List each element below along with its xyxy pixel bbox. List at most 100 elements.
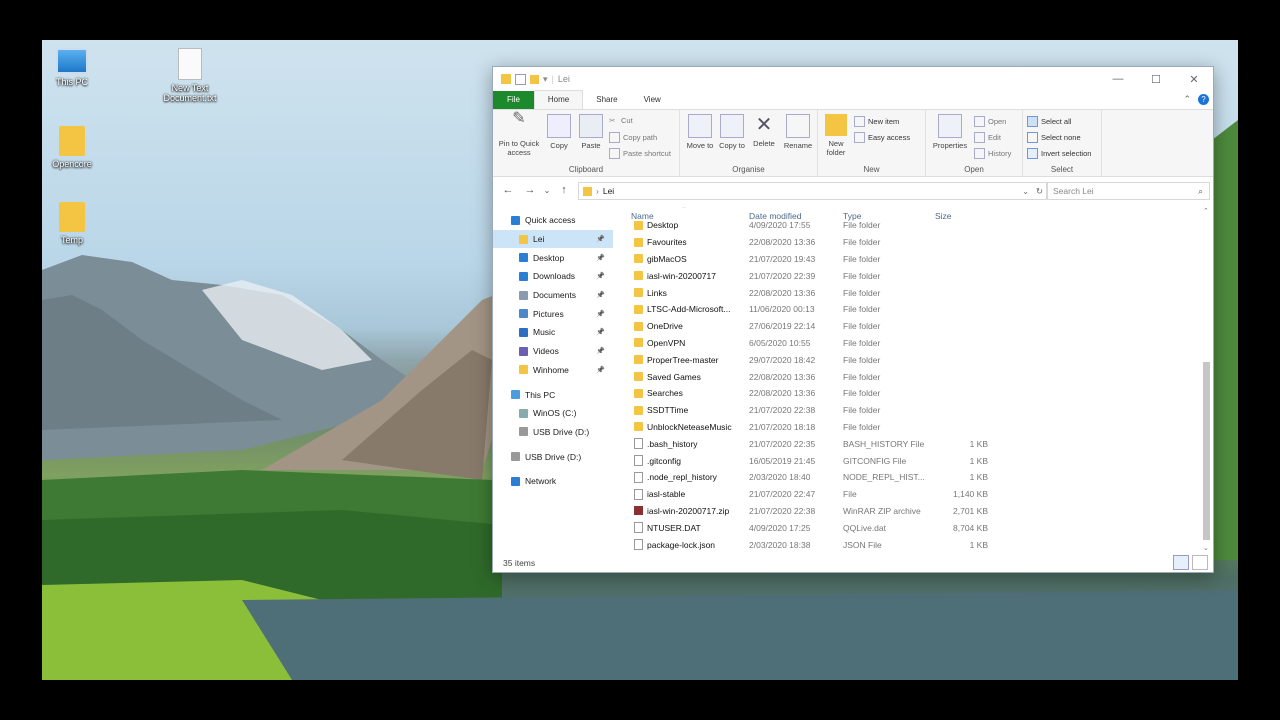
desktop-icon-temp[interactable]: Temp bbox=[42, 202, 102, 245]
sidebar-item[interactable]: Pictures 📌 bbox=[493, 304, 613, 323]
folder-icon bbox=[634, 237, 643, 247]
table-row[interactable]: iasl-win-20200717.zip 21/07/2020 22:38 Win… bbox=[619, 503, 1201, 520]
sidebar-item[interactable]: Desktop 📌 bbox=[493, 248, 613, 267]
tab-view[interactable]: View bbox=[631, 91, 674, 109]
group-label: Organise bbox=[732, 165, 765, 174]
cell-size: 2,701 KB bbox=[953, 505, 988, 516]
help-icon[interactable]: ? bbox=[1198, 94, 1209, 105]
edit-button[interactable]: Edit bbox=[974, 132, 1001, 143]
new-folder-quick-icon[interactable] bbox=[530, 74, 539, 84]
sidebar-item[interactable]: WinOS (C:) bbox=[493, 404, 613, 423]
desktop-icon-new-text-document[interactable]: New Text Document.txt bbox=[160, 48, 220, 103]
sidebar-item[interactable]: Videos 📌 bbox=[493, 342, 613, 361]
copy-path-button[interactable]: Copy path bbox=[609, 132, 657, 143]
collapse-ribbon-icon[interactable]: ⌃ bbox=[1183, 94, 1191, 105]
properties-quick-icon[interactable] bbox=[515, 73, 526, 85]
paste-shortcut-button[interactable]: Paste shortcut bbox=[609, 148, 671, 159]
table-row[interactable]: NTUSER.DAT 4/09/2020 17:25 QQLive.dat 8,704… bbox=[619, 519, 1201, 536]
table-row[interactable]: SSDTTime 21/07/2020 22:38 File folder bbox=[619, 402, 1201, 419]
refresh-icon[interactable]: ↻ bbox=[1036, 186, 1043, 197]
large-icons-view-icon[interactable] bbox=[1192, 555, 1208, 570]
sidebar-item-label: Quick access bbox=[525, 215, 576, 226]
dropdown-icon[interactable]: ▾ bbox=[543, 74, 548, 85]
sidebar-item[interactable]: Network bbox=[493, 472, 613, 491]
new-folder-button[interactable]: New folder bbox=[822, 114, 850, 157]
scrollbar-thumb[interactable] bbox=[1203, 362, 1210, 540]
table-row[interactable]: gibMacOS 21/07/2020 19:43 File folder bbox=[619, 251, 1201, 268]
cell-type: File bbox=[843, 489, 857, 500]
desktop-icon-opencore[interactable]: Opencore bbox=[42, 126, 102, 169]
sidebar-item[interactable]: Winhome 📌 bbox=[493, 361, 613, 380]
table-row[interactable]: .bash_history 21/07/2020 22:35 BASH_HISTOR… bbox=[619, 435, 1201, 452]
cell-date: 21/07/2020 22:35 bbox=[749, 438, 816, 449]
rename-button[interactable]: Rename bbox=[782, 114, 814, 150]
sidebar-item[interactable]: Downloads 📌 bbox=[493, 267, 613, 286]
history-button[interactable]: History bbox=[974, 148, 1011, 159]
table-row[interactable]: .node_repl_history 2/03/2020 18:40 NODE_RE… bbox=[619, 469, 1201, 486]
sidebar-item[interactable]: This PC bbox=[493, 385, 613, 404]
scroll-down-icon[interactable]: ⌄ bbox=[1203, 544, 1209, 552]
pin-to-quick-access-button[interactable]: ✎ Pin to Quick access bbox=[497, 111, 541, 158]
copy-button[interactable]: Copy bbox=[545, 114, 573, 150]
cut-button[interactable]: ✂ Cut bbox=[609, 116, 633, 125]
open-button[interactable]: Open bbox=[974, 116, 1006, 127]
easy-access-button[interactable]: Easy access bbox=[854, 132, 910, 143]
table-row[interactable]: Favourites 22/08/2020 13:36 File folder bbox=[619, 234, 1201, 251]
select-all-button[interactable]: Select all bbox=[1027, 116, 1071, 127]
table-row[interactable]: Links 22/08/2020 13:36 File folder bbox=[619, 284, 1201, 301]
cell-date: 6/05/2020 10:55 bbox=[749, 337, 811, 348]
sidebar-item[interactable]: USB Drive (D:) bbox=[493, 447, 613, 466]
select-none-button[interactable]: Select none bbox=[1027, 132, 1081, 143]
delete-button[interactable]: ✕ Delete bbox=[750, 114, 778, 148]
up-button[interactable]: ↑ bbox=[553, 184, 575, 196]
table-row[interactable]: package-lock.json 2/03/2020 18:38 JSON Fil… bbox=[619, 536, 1201, 552]
tab-share[interactable]: Share bbox=[583, 91, 630, 109]
table-row[interactable]: OpenVPN 6/05/2020 10:55 File folder bbox=[619, 335, 1201, 352]
back-button[interactable]: ← bbox=[497, 184, 519, 196]
search-input[interactable]: Search Lei ⌕ bbox=[1046, 182, 1210, 200]
tab-home[interactable]: Home bbox=[533, 90, 584, 109]
table-row[interactable]: .gitconfig 16/05/2019 21:45 GITCONFIG File… bbox=[619, 452, 1201, 469]
sidebar-item[interactable]: Quick access bbox=[493, 211, 613, 230]
table-row[interactable]: iasl-win-20200717 21/07/2020 22:39 File fo… bbox=[619, 267, 1201, 284]
table-row[interactable]: UnblockNeteaseMusic 21/07/2020 18:18 File … bbox=[619, 419, 1201, 436]
scroll-up-icon[interactable]: ⌃ bbox=[1203, 207, 1209, 215]
sidebar-item[interactable]: Lei 📌 bbox=[493, 229, 613, 249]
minimize-button[interactable]: — bbox=[1099, 67, 1137, 91]
table-row[interactable]: Searches 22/08/2020 13:36 File folder bbox=[619, 385, 1201, 402]
cell-type: File folder bbox=[843, 287, 881, 298]
copy-to-button[interactable]: Copy to bbox=[718, 114, 746, 150]
close-button[interactable]: ✕ bbox=[1175, 67, 1213, 91]
address-bar[interactable]: › Lei ⌄ ↻ bbox=[578, 182, 1048, 200]
table-row[interactable]: Desktop 4/09/2020 17:55 File folder bbox=[619, 217, 1201, 234]
cell-name: Searches bbox=[647, 388, 683, 399]
invert-selection-button[interactable]: Invert selection bbox=[1027, 148, 1091, 159]
breadcrumb-current[interactable]: Lei bbox=[603, 186, 614, 196]
cell-size: 8,704 KB bbox=[953, 522, 988, 533]
desktop-icon-this-pc[interactable]: This PC bbox=[42, 48, 102, 87]
properties-button[interactable]: Properties bbox=[928, 114, 972, 150]
pin-icon: 📌 bbox=[596, 366, 605, 374]
group-label: Select bbox=[1050, 165, 1074, 174]
tab-file[interactable]: File bbox=[493, 91, 534, 109]
sidebar-item[interactable]: Documents 📌 bbox=[493, 286, 613, 305]
forward-button[interactable]: → bbox=[519, 184, 541, 196]
table-row[interactable]: OneDrive 27/06/2019 22:14 File folder bbox=[619, 318, 1201, 335]
address-dropdown-icon[interactable]: ⌄ bbox=[1022, 187, 1029, 196]
table-row[interactable]: LTSC-Add-Microsoft... 11/06/2020 00:13 Fil… bbox=[619, 301, 1201, 318]
table-row[interactable]: iasl-stable 21/07/2020 22:47 File 1,140 KB bbox=[619, 486, 1201, 503]
sidebar-item[interactable]: Music 📌 bbox=[493, 323, 613, 342]
file-icon bbox=[634, 455, 643, 467]
recent-locations-button[interactable]: ⌄ bbox=[541, 186, 553, 195]
details-view-icon[interactable] bbox=[1173, 555, 1189, 570]
folder-icon bbox=[634, 271, 643, 281]
vertical-scrollbar[interactable]: ⌃ ⌄ bbox=[1202, 207, 1211, 552]
new-item-button[interactable]: New item bbox=[854, 116, 899, 127]
sidebar-item[interactable]: USB Drive (D:) bbox=[493, 423, 613, 442]
paste-button[interactable]: Paste bbox=[577, 114, 605, 150]
file-icon bbox=[634, 471, 643, 483]
move-to-button[interactable]: Move to bbox=[686, 114, 714, 150]
table-row[interactable]: Saved Games 22/08/2020 13:36 File folder bbox=[619, 368, 1201, 385]
table-row[interactable]: ProperTree-master 29/07/2020 18:42 File fo… bbox=[619, 351, 1201, 368]
maximize-button[interactable]: ☐ bbox=[1137, 67, 1175, 91]
